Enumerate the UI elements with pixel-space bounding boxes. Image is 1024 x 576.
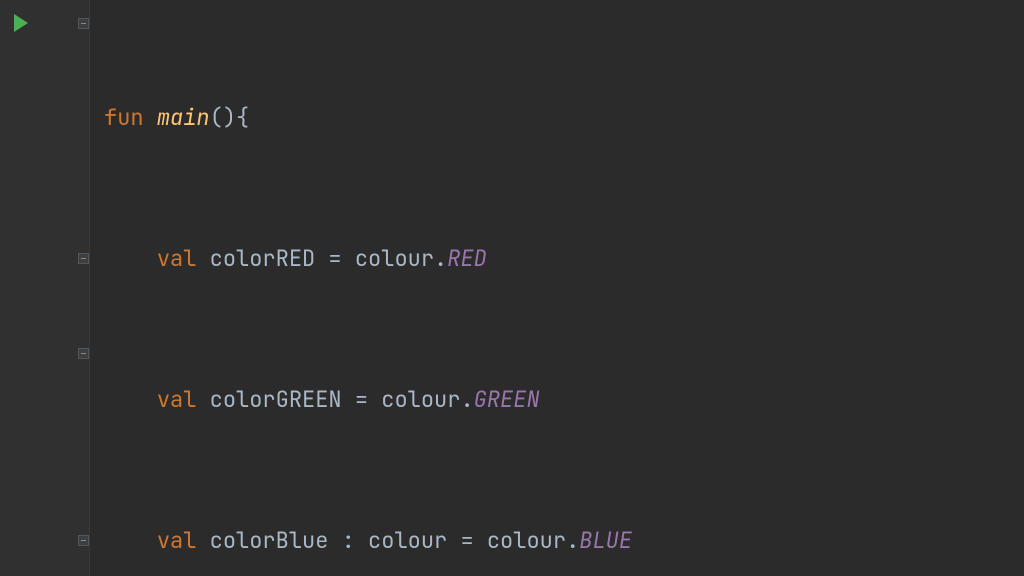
keyword-val: val	[157, 385, 197, 414]
class-ref: colour	[487, 526, 566, 555]
enum-constant: GREEN	[474, 385, 540, 414]
operator: =	[447, 526, 487, 555]
function-name: main	[157, 103, 210, 132]
keyword-val: val	[157, 526, 197, 555]
editor-gutter	[0, 0, 90, 576]
run-icon[interactable]	[14, 14, 28, 32]
operator: =	[315, 244, 355, 273]
keyword-val: val	[157, 244, 197, 273]
identifier: colorRED	[210, 244, 316, 273]
fold-marker-icon[interactable]	[78, 253, 89, 264]
enum-constant: BLUE	[579, 526, 632, 555]
dot: .	[460, 385, 473, 414]
fold-marker-icon[interactable]	[78, 18, 89, 29]
colon: :	[328, 526, 368, 555]
fold-marker-icon[interactable]	[78, 535, 89, 546]
identifier: colorBlue	[210, 526, 329, 555]
enum-constant: RED	[447, 244, 487, 273]
dot: .	[566, 526, 579, 555]
class-ref: colour	[355, 244, 434, 273]
keyword-fun: fun	[104, 103, 144, 132]
code-line: fun main(){	[104, 94, 632, 141]
code-line: val colorRED = colour.RED	[104, 235, 632, 282]
code-line: val colorBlue : colour = colour.BLUE	[104, 517, 632, 564]
fold-marker-icon[interactable]	[78, 348, 89, 359]
code-editor[interactable]: fun main(){ val colorRED = colour.RED va…	[0, 0, 1024, 576]
punctuation: (){	[210, 103, 250, 132]
type-annotation: colour	[368, 526, 447, 555]
code-line: val colorGREEN = colour.GREEN	[104, 376, 632, 423]
code-area[interactable]: fun main(){ val colorRED = colour.RED va…	[90, 0, 632, 576]
class-ref: colour	[381, 385, 460, 414]
operator: =	[342, 385, 382, 414]
identifier: colorGREEN	[210, 385, 342, 414]
dot: .	[434, 244, 447, 273]
